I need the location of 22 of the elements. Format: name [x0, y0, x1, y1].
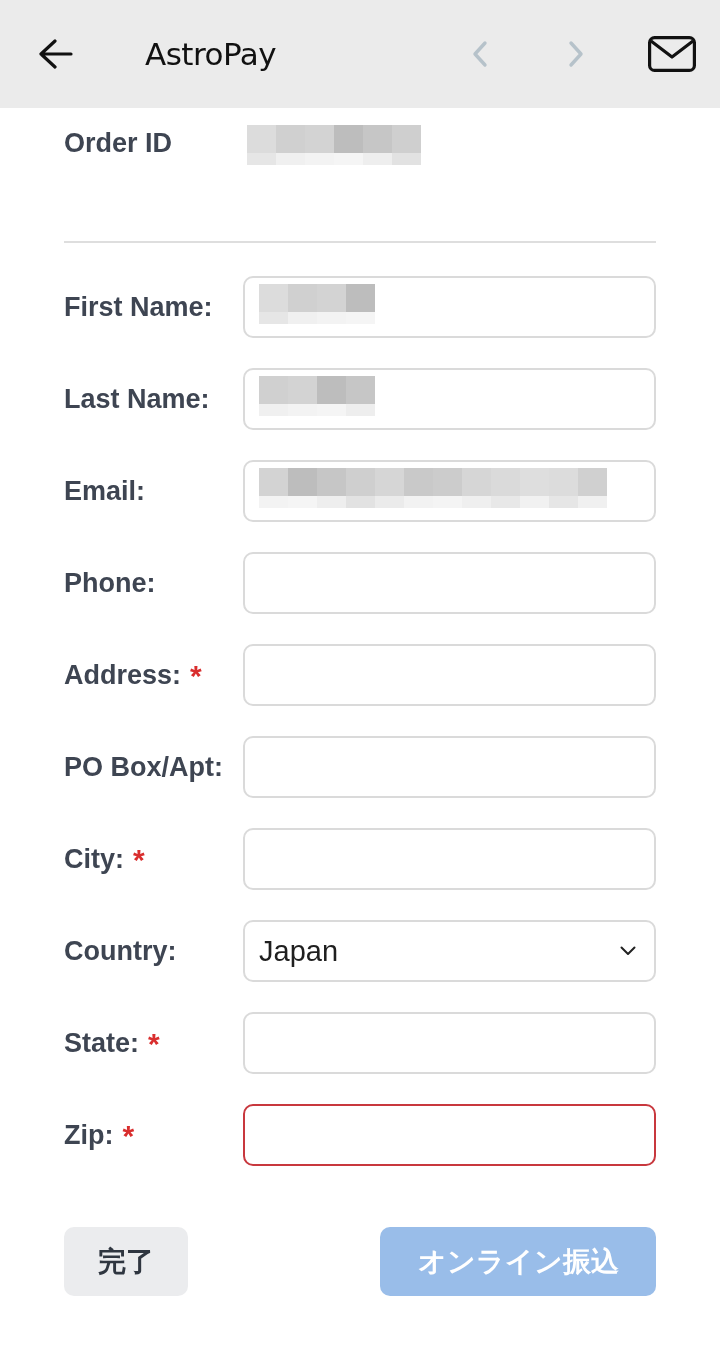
field-label: State: [64, 1027, 139, 1059]
field-label: PO Box/Apt: [64, 751, 223, 783]
field-label: Last Name: [64, 383, 210, 415]
input-field[interactable] [243, 1104, 656, 1166]
field-label: Zip: [64, 1119, 114, 1151]
country-select[interactable]: Japan [243, 920, 656, 982]
field-label: First Name: [64, 291, 213, 323]
app-title: AstroPay [145, 36, 277, 72]
mail-icon[interactable] [648, 36, 696, 72]
back-arrow-icon[interactable] [39, 39, 73, 69]
field-label: Country: [64, 935, 177, 967]
required-mark: * [133, 845, 145, 875]
done-button[interactable]: 完了 [64, 1227, 188, 1296]
field-label: Phone: [64, 567, 156, 599]
field-label: Email: [64, 475, 146, 507]
required-mark: * [190, 661, 202, 691]
field-label: Address: [64, 659, 182, 691]
chevron-down-icon [620, 946, 636, 956]
order-id-label: Order ID [64, 127, 173, 160]
field-label: City: [64, 843, 124, 875]
required-mark: * [122, 1121, 135, 1151]
required-mark: * [148, 1029, 160, 1059]
